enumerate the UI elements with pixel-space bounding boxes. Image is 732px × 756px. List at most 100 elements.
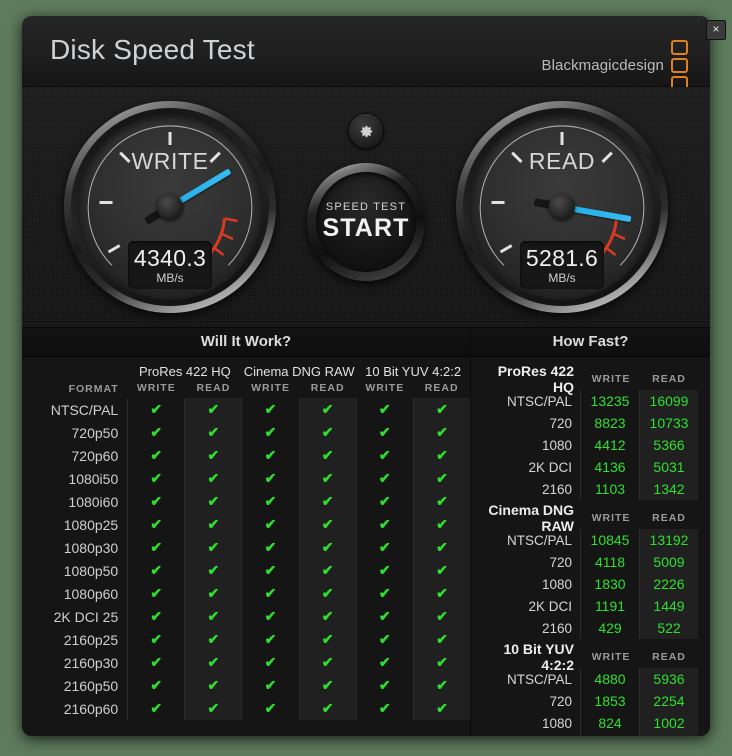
check-icon: ✔ [207,492,220,509]
group-header-row: ProRes 422 HQ Cinema DNG RAW 10 Bit YUV … [22,357,470,379]
check-icon: ✔ [378,676,391,693]
support-cell: ✔ [184,674,242,697]
support-cell: ✔ [355,444,414,467]
support-cell: ✔ [412,651,470,674]
format-column-header: FORMAT [68,382,119,395]
check-icon: ✔ [378,446,391,463]
write-value: 8823 [580,412,639,434]
resolution-label: 2K DCI [528,598,572,614]
write-value: 824 [580,712,639,734]
support-cell: ✔ [241,651,300,674]
support-cell: ✔ [298,536,357,559]
check-icon: ✔ [321,400,334,417]
resolution-label: 720 [549,554,572,570]
read-value: 1342 [639,478,698,500]
how-fast-title: How Fast? [471,328,710,357]
settings-button[interactable] [348,113,384,149]
support-cell: ✔ [412,398,470,421]
write-value: 4118 [580,551,639,573]
check-icon: ✔ [264,538,277,555]
read-value: 10733 [639,412,698,434]
speed-test-start-button[interactable]: SPEED TEST START [307,163,425,281]
check-icon: ✔ [150,630,163,647]
check-icon: ✔ [321,423,334,440]
support-cell: ✔ [412,444,470,467]
list-item: 1080 1830 2226 [477,573,698,595]
how-fast-panel: How Fast? ProRes 422 HQ WRITE READ NTSC/PAL… [471,328,710,736]
support-cell: ✔ [241,398,300,421]
gear-icon [360,125,372,137]
support-cell: ✔ [241,559,300,582]
support-cell: ✔ [184,467,242,490]
sub-header-row: FORMAT WRITE READ WRITE READ WRITE READ [22,379,470,398]
write-value: 1830 [580,573,639,595]
group-header-prores: ProRes 422 HQ [138,364,231,379]
support-cell: ✔ [355,697,414,720]
sub-header-write-1: WRITE [251,382,290,394]
start-button-inner: SPEED TEST START [316,172,416,272]
check-icon: ✔ [321,653,334,670]
check-icon: ✔ [150,561,163,578]
how-fast-group: ProRes 422 HQ WRITE READ NTSC/PAL 13235 16099… [477,363,698,500]
check-icon: ✔ [321,561,334,578]
support-cell: ✔ [355,582,414,605]
support-cell: ✔ [241,513,300,536]
how-fast-list: ProRes 422 HQ WRITE READ NTSC/PAL 13235 16099… [471,357,710,736]
check-icon: ✔ [321,607,334,624]
check-icon: ✔ [321,584,334,601]
format-label: 1080p30 [63,539,119,556]
page-title: Disk Speed Test [50,34,255,65]
write-value: 13235 [580,390,639,412]
brand-name: Blackmagicdesign [541,57,664,74]
support-cell: ✔ [241,536,300,559]
support-cell: ✔ [241,697,300,720]
table-row: 1080p50 ✔ ✔ ✔ ✔ ✔ ✔ [22,559,470,582]
check-icon: ✔ [321,469,334,486]
check-icon: ✔ [264,607,277,624]
check-icon: ✔ [264,561,277,578]
write-unit: MB/s [156,271,184,285]
support-cell: ✔ [241,467,300,490]
write-value: 4412 [580,434,639,456]
column-header-write: WRITE [591,512,631,524]
check-icon: ✔ [264,699,277,716]
check-icon: ✔ [321,515,334,532]
close-icon[interactable]: × [706,20,726,40]
support-cell: ✔ [355,490,414,513]
read-value: 5281.6 [525,244,599,271]
check-icon: ✔ [378,630,391,647]
table-row: 2K DCI 25 ✔ ✔ ✔ ✔ ✔ ✔ [22,605,470,628]
support-cell: ✔ [412,467,470,490]
check-icon: ✔ [436,446,448,463]
gauge-area: WRITE 4340.3 MB/s READ 5281.6 MB/s SPEED… [22,87,710,328]
check-icon: ✔ [150,653,163,670]
table-row: 1080p25 ✔ ✔ ✔ ✔ ✔ ✔ [22,513,470,536]
format-label: 720p50 [71,424,119,441]
group-header-yuv: 10 Bit YUV 4:2:2 [365,364,462,379]
resolution-label: 2K DCI [528,459,572,475]
write-value: 4340.3 [133,244,207,271]
table-row: 720p50 ✔ ✔ ✔ ✔ ✔ ✔ [22,421,470,444]
format-label: 2160p50 [63,677,119,694]
check-icon: ✔ [378,492,391,509]
check-icon: ✔ [321,538,334,555]
check-icon: ✔ [436,492,448,509]
support-cell: ✔ [184,697,242,720]
support-cell: ✔ [298,421,357,444]
how-fast-group: 10 Bit YUV 4:2:2 WRITE READ NTSC/PAL 4880 593… [477,641,698,736]
check-icon: ✔ [264,676,277,693]
check-icon: ✔ [207,699,220,716]
write-gauge: WRITE 4340.3 MB/s [64,101,276,313]
check-icon: ✔ [207,676,220,693]
support-cell: ✔ [298,605,357,628]
title-bar: Disk Speed Test Blackmagicdesign [22,16,710,91]
sub-header-write-0: WRITE [136,382,176,394]
sub-header-write-2: WRITE [365,382,405,394]
support-cell: ✔ [355,536,414,559]
check-icon: ✔ [207,446,220,463]
format-label: 1080i50 [68,470,119,487]
table-row: NTSC/PAL ✔ ✔ ✔ ✔ ✔ ✔ [22,398,470,421]
resolution-label: 2160 [541,481,572,497]
check-icon: ✔ [378,584,391,601]
list-item: 720 8823 10733 [477,412,698,434]
